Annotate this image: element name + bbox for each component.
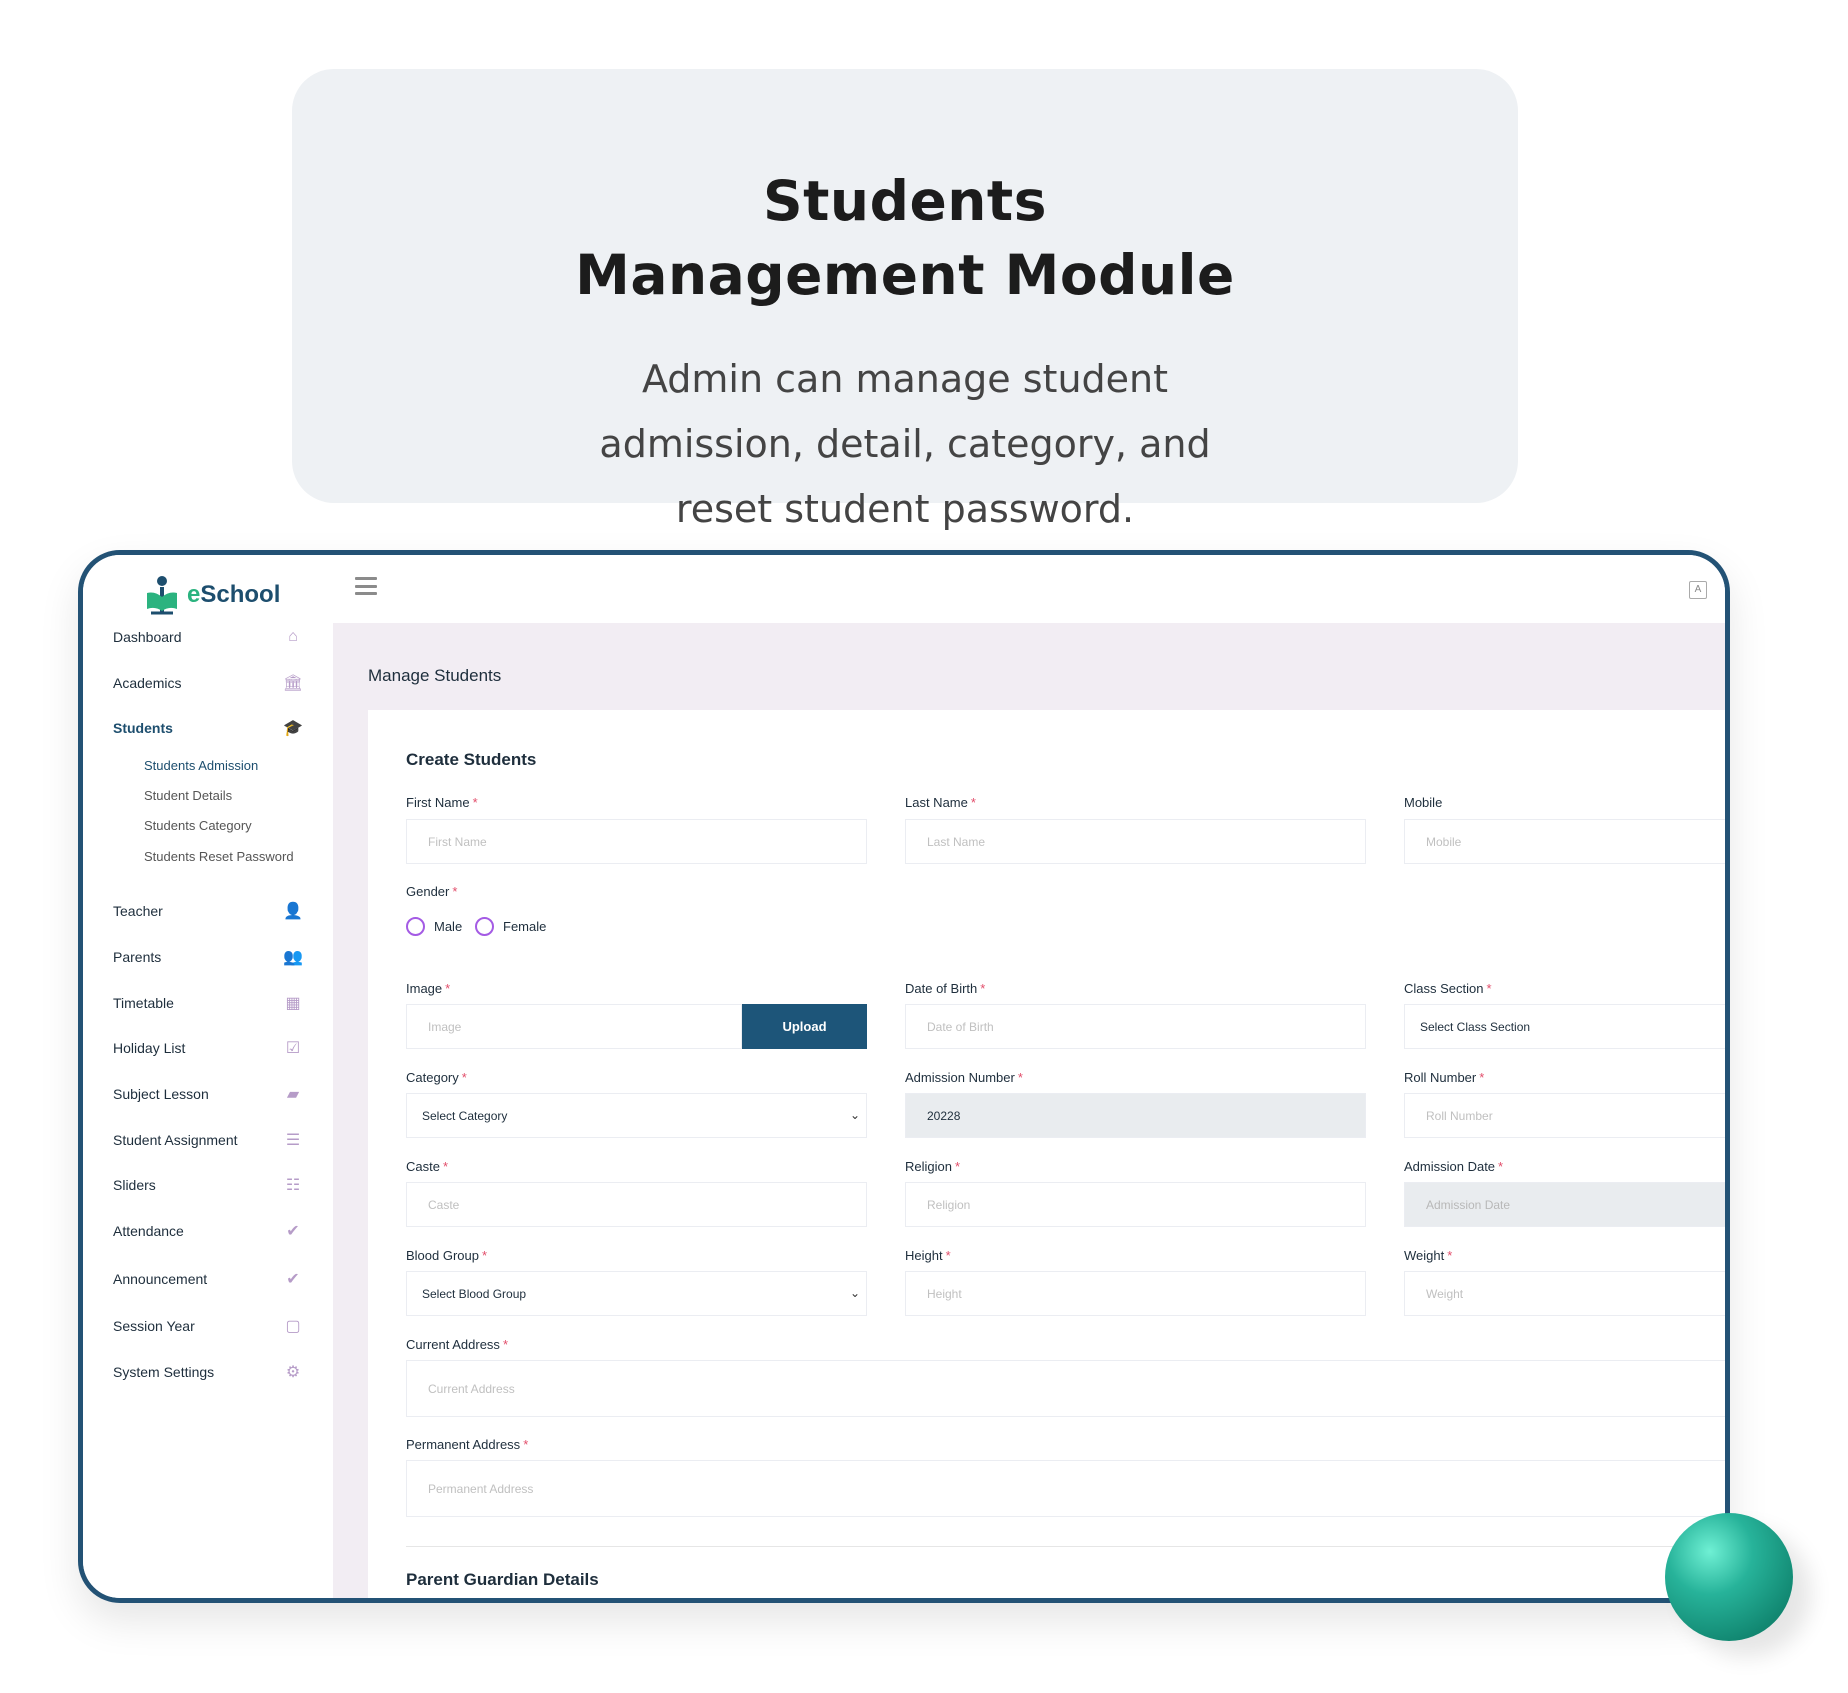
- weight-input[interactable]: Weight: [1404, 1271, 1725, 1316]
- dob-input[interactable]: Date of Birth: [905, 1004, 1366, 1049]
- sidebar-item-sliders[interactable]: Sliders ☷: [113, 1170, 303, 1200]
- chevron-down-icon: ⌄: [849, 1286, 860, 1300]
- gender-male-radio[interactable]: Male: [406, 917, 462, 936]
- class-section-label: Class Section *: [1404, 981, 1492, 996]
- image-input[interactable]: Image: [406, 1004, 742, 1049]
- sidebar-item-announcement[interactable]: Announcement ✔: [113, 1264, 303, 1294]
- current-address-label: Current Address *: [406, 1337, 508, 1352]
- roll-number-label: Roll Number *: [1404, 1070, 1485, 1085]
- gender-female-radio[interactable]: Female: [475, 917, 546, 936]
- admission-date-label: Admission Date *: [1404, 1159, 1504, 1174]
- chevron-down-icon: ⌄: [849, 1108, 860, 1122]
- image-label: Image *: [406, 981, 451, 996]
- admission-number-label: Admission Number *: [905, 1070, 1023, 1085]
- calendar-icon: ▢: [285, 1318, 301, 1335]
- sidebar-item-timetable[interactable]: Timetable ▦: [113, 988, 303, 1018]
- sidebar-subitem-students-reset-password[interactable]: Students Reset Password: [144, 849, 294, 864]
- gear-icon: ⚙: [285, 1364, 301, 1381]
- sidebar-item-student-assignment[interactable]: Student Assignment ☰: [113, 1125, 303, 1155]
- page-title: Manage Students: [368, 666, 502, 685]
- app-frame: eSchool Dashboard ⌂ Academics 🏛 Students 🎓 …: [78, 550, 1730, 1603]
- logo-text: eSchool: [187, 581, 281, 608]
- gender-label: Gender *: [406, 884, 458, 899]
- sidebar-subitem-students-admission[interactable]: Students Admission: [144, 758, 258, 773]
- graduation-cap-icon: 🎓: [283, 720, 303, 737]
- user-icon: 👤: [283, 903, 303, 920]
- logo[interactable]: eSchool: [143, 573, 280, 617]
- hero-description: Admin can manage student admission, deta…: [599, 357, 1211, 531]
- sidebar-item-teacher[interactable]: Teacher 👤: [113, 896, 303, 926]
- sidebar-subitem-student-details[interactable]: Student Details: [144, 788, 232, 803]
- topbar: A: [333, 555, 1725, 623]
- calendar-grid-icon: ▦: [285, 995, 301, 1012]
- hero-card: Students Management Module Admin can man…: [292, 69, 1518, 531]
- hamburger-menu-icon[interactable]: [355, 577, 377, 595]
- caste-input[interactable]: Caste: [406, 1182, 867, 1227]
- permanent-address-label: Permanent Address *: [406, 1437, 529, 1452]
- blood-group-label: Blood Group *: [406, 1248, 488, 1263]
- first-name-label: First Name *: [406, 795, 478, 810]
- admission-date-input[interactable]: Admission Date: [1404, 1182, 1725, 1227]
- sidebar-item-session-year[interactable]: Session Year ▢: [113, 1311, 303, 1341]
- category-select[interactable]: Select Category ⌄: [406, 1093, 867, 1138]
- sidebar: eSchool Dashboard ⌂ Academics 🏛 Students 🎓 …: [83, 555, 333, 1598]
- hero-title-line1: Students: [763, 169, 1047, 233]
- dob-label: Date of Birth *: [905, 981, 986, 996]
- permanent-address-textarea[interactable]: Permanent Address: [406, 1460, 1725, 1517]
- section-divider: [406, 1546, 1725, 1547]
- last-name-input[interactable]: Last Name: [905, 819, 1366, 864]
- create-students-card: Create Students First Name * First Name L…: [368, 710, 1725, 1598]
- first-name-input[interactable]: First Name: [406, 819, 867, 864]
- hero-title-line2: Management Module: [575, 243, 1235, 307]
- list-icon: ☷: [285, 1177, 301, 1194]
- sidebar-item-attendance[interactable]: Attendance ✔: [113, 1216, 303, 1246]
- calendar-check-icon: ☑: [285, 1040, 301, 1057]
- current-address-textarea[interactable]: Current Address: [406, 1360, 1725, 1417]
- roll-number-input[interactable]: Roll Number: [1404, 1093, 1725, 1138]
- sidebar-subitem-students-category[interactable]: Students Category: [144, 818, 252, 833]
- weight-label: Weight *: [1404, 1248, 1453, 1263]
- institution-icon: 🏛: [282, 675, 304, 692]
- sidebar-item-system-settings[interactable]: System Settings ⚙: [113, 1357, 303, 1387]
- religion-input[interactable]: Religion: [905, 1182, 1366, 1227]
- sidebar-item-academics[interactable]: Academics 🏛: [113, 668, 303, 698]
- logo-icon: [147, 576, 177, 615]
- sidebar-item-holiday-list[interactable]: Holiday List ☑: [113, 1033, 303, 1063]
- last-name-label: Last Name *: [905, 795, 976, 810]
- class-section-select[interactable]: Select Class Section: [1404, 1004, 1725, 1049]
- card-title: Create Students: [406, 750, 537, 769]
- sidebar-item-students[interactable]: Students 🎓: [113, 713, 303, 743]
- book-icon: ▰: [286, 1086, 300, 1103]
- caste-label: Caste *: [406, 1159, 449, 1174]
- religion-label: Religion *: [905, 1159, 961, 1174]
- sidebar-item-subject-lesson[interactable]: Subject Lesson ▰: [113, 1079, 303, 1109]
- sidebar-item-parents[interactable]: Parents 👥: [113, 942, 303, 972]
- tasks-icon: ☰: [285, 1132, 301, 1149]
- upload-button[interactable]: Upload: [742, 1004, 867, 1049]
- main-content: Manage Students Create Students First Na…: [333, 623, 1725, 1598]
- admission-number-input[interactable]: 20228: [905, 1093, 1366, 1138]
- height-label: Height *: [905, 1248, 951, 1263]
- height-input[interactable]: Height: [905, 1271, 1366, 1316]
- parent-guardian-title: Parent Guardian Details: [406, 1570, 599, 1589]
- users-icon: 👥: [283, 949, 303, 966]
- category-label: Category *: [406, 1070, 467, 1085]
- check-icon: ✔: [286, 1223, 300, 1240]
- home-icon: ⌂: [288, 628, 298, 645]
- sidebar-item-dashboard[interactable]: Dashboard ⌂: [113, 622, 303, 652]
- mobile-label: Mobile: [1404, 795, 1443, 810]
- check-icon: ✔: [286, 1271, 300, 1288]
- decorative-sphere: [1665, 1513, 1793, 1641]
- blood-group-select[interactable]: Select Blood Group ⌄: [406, 1271, 867, 1316]
- translate-icon[interactable]: A: [1689, 581, 1707, 599]
- hero-title: Students Management Module: [292, 164, 1518, 312]
- mobile-input[interactable]: Mobile: [1404, 819, 1725, 864]
